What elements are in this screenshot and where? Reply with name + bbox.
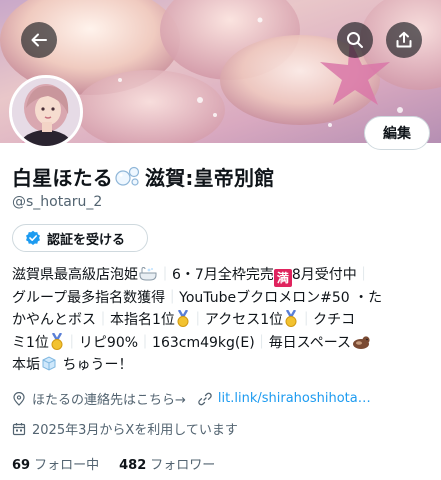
bio-line: 本垢 ちゅうー！ <box>12 354 434 377</box>
bio-text: 6・7月全枠完売 <box>172 267 274 283</box>
bio-text: 毎日スペース <box>268 334 352 351</box>
following-link[interactable]: 69 フォロー中 <box>12 454 99 473</box>
profile-link[interactable]: lit.link/shirahoshihota… <box>218 391 371 406</box>
bio-line: グループ最多指名数獲得｜YouTubeブクロメロン#50 ・た <box>12 289 383 306</box>
calendar-icon <box>12 422 26 435</box>
bio-text: クチコ <box>313 312 356 328</box>
bio-line: 滋賀県最高級店泡姫 ｜6・7月全枠完売満 8月受付中｜ <box>12 266 371 287</box>
bio-text: かやんとボス <box>12 312 96 328</box>
gold-medal-icon <box>285 310 297 327</box>
bio-line: ミ1位 ｜リピ90%｜163cm49kg(E)｜毎日スペース <box>12 332 434 355</box>
display-name: 白星ほたる 滋賀:皇帝別館 <box>12 161 274 191</box>
bio-full-badge: 満 <box>273 269 292 287</box>
bio-text: リピ90% <box>78 334 139 351</box>
ice-cube-icon <box>42 356 56 371</box>
bio-text: 本垢 <box>12 357 40 373</box>
display-name-part2: 滋賀:皇帝別館 <box>145 165 275 190</box>
followers-link[interactable]: 482 フォロワー <box>119 454 215 473</box>
bio-text: 本指名1位 <box>110 312 175 328</box>
follow-stats: 69 フォロー中 482 フォロワー <box>12 454 215 473</box>
bio-text: 8月受付中 <box>291 267 357 283</box>
bio-line: かやんとボス｜本指名1位 ｜アクセス1位 ｜クチコ <box>12 310 356 328</box>
bathtub-icon <box>139 266 157 281</box>
bio-text: 163cm49kg(E) <box>152 334 255 351</box>
back-arrow-icon <box>31 33 47 47</box>
profile-info-row: 2025年3月からXを利用しています <box>12 419 238 438</box>
link-icon <box>198 392 212 405</box>
back-button[interactable] <box>21 22 57 58</box>
followers-count: 482 <box>119 458 147 473</box>
following-count: 69 <box>12 458 31 473</box>
username-handle: @s_hotaru_2 <box>12 194 103 210</box>
search-button[interactable] <box>337 22 373 58</box>
location-pin-icon <box>13 391 25 406</box>
get-verified-label: 認証を受ける <box>47 232 126 248</box>
following-label: フォロー中 <box>34 458 100 473</box>
bio-text: グループ最多指名数獲得 <box>12 289 166 306</box>
share-button[interactable] <box>386 22 422 58</box>
joined-date: 2025年3月からXを利用しています <box>32 423 238 438</box>
bio-text: 滋賀県最高級店泡姫 <box>12 267 138 283</box>
avatar[interactable] <box>9 75 83 149</box>
get-verified-button[interactable]: 認証を受ける <box>12 224 148 252</box>
otter-icon <box>353 335 370 349</box>
followers-label: フォロワー <box>150 458 216 473</box>
location-text: ほたるの連絡先はこちら→ <box>32 393 186 408</box>
verified-badge-icon <box>26 230 40 245</box>
search-icon <box>347 32 363 48</box>
display-name-part1: 白星ほたる <box>12 165 113 190</box>
bio-text: アクセス1位 <box>204 312 284 328</box>
edit-profile-button[interactable]: 編集 <box>364 116 430 150</box>
bio-text: ミ1位 <box>12 334 49 351</box>
bio-text: YouTubeブクロメロン#50 ・た <box>179 289 383 306</box>
bubbles-icon <box>115 166 140 186</box>
bio: 滋賀県最高級店泡姫 ｜6・7月全枠完売満 8月受付中｜ グループ最多指名数獲得｜Y… <box>12 264 434 377</box>
profile-info-row: ほたるの連絡先はこちら→ lit.link/shirahoshihota… <box>12 389 371 408</box>
gold-medal-icon <box>51 332 63 350</box>
share-icon <box>396 31 412 48</box>
bio-text: ちゅうー！ <box>62 357 133 373</box>
gold-medal-icon <box>177 310 189 327</box>
